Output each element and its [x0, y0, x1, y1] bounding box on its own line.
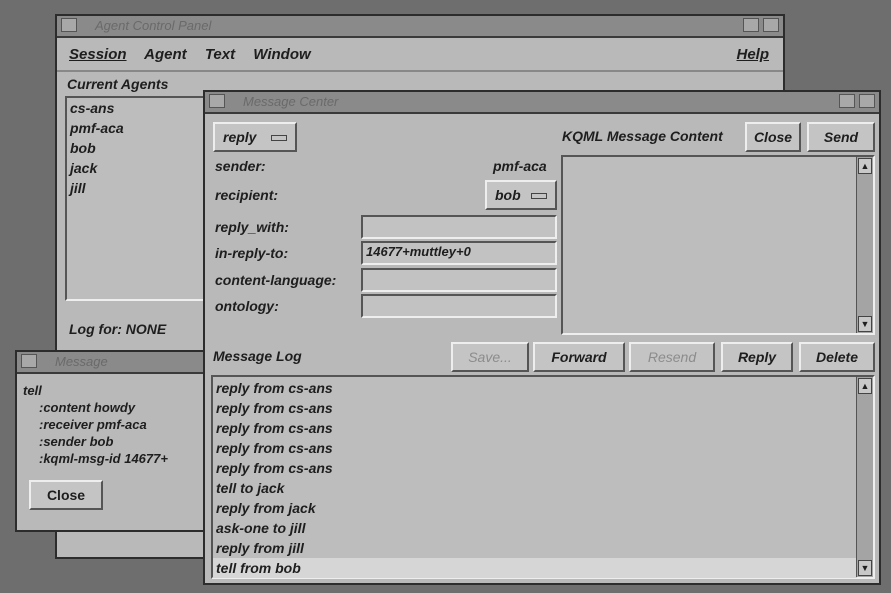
agent-item[interactable]: cs-ans: [67, 98, 213, 118]
window-menu-icon[interactable]: [21, 354, 37, 368]
menu-text[interactable]: Text: [205, 46, 235, 63]
content-language-field[interactable]: [361, 268, 557, 292]
ontology-field[interactable]: [361, 294, 557, 318]
log-entry[interactable]: reply from cs-ans: [213, 378, 873, 398]
current-agents-label: Current Agents: [67, 76, 169, 92]
option-indicator-icon: [531, 193, 547, 199]
recipient-value: bob: [495, 187, 521, 203]
performative-value: reply: [223, 129, 257, 145]
log-entry[interactable]: reply from cs-ans: [213, 418, 873, 438]
agent-panel-titlebar[interactable]: Agent Control Panel: [57, 16, 783, 38]
in-reply-to-field[interactable]: 14677+muttley+0: [361, 241, 557, 265]
log-for-label: Log for: NONE: [69, 321, 167, 337]
save-button[interactable]: Save...: [451, 342, 529, 372]
log-entry[interactable]: reply from cs-ans: [213, 458, 873, 478]
message-text: tell :content howdy :receiver pmf-aca :s…: [23, 382, 168, 467]
message-line: :receiver pmf-aca: [39, 417, 147, 432]
agent-item[interactable]: bob: [67, 138, 213, 158]
agent-panel-menubar: Session Agent Text Window: [69, 46, 325, 63]
window-menu-icon[interactable]: [61, 18, 77, 32]
message-line: :kqml-msg-id 14677+: [39, 451, 168, 466]
log-scrollbar[interactable]: ▲ ▼: [856, 377, 873, 577]
option-indicator-icon: [271, 135, 287, 141]
message-window: Message tell :content howdy :receiver pm…: [15, 350, 230, 532]
message-center-title: Message Center: [243, 94, 339, 109]
agent-panel-title: Agent Control Panel: [95, 18, 212, 33]
performative-option-menu[interactable]: reply: [213, 122, 297, 152]
log-entry-selected[interactable]: tell from bob: [213, 558, 857, 578]
message-center-window: Message Center reply KQML Message Conten…: [203, 90, 881, 585]
menu-session[interactable]: Session: [69, 46, 127, 63]
menu-agent[interactable]: Agent: [144, 46, 187, 63]
menu-window[interactable]: Window: [253, 46, 310, 63]
delete-button[interactable]: Delete: [799, 342, 875, 372]
minimize-icon[interactable]: [743, 18, 759, 32]
kqml-content-textarea[interactable]: ▲ ▼: [561, 155, 875, 335]
ontology-label: ontology:: [215, 298, 279, 314]
log-entry[interactable]: reply from jack: [213, 498, 873, 518]
current-agents-list[interactable]: cs-ans pmf-aca bob jack jill: [65, 96, 215, 301]
reply-with-field[interactable]: [361, 215, 557, 239]
message-line: :sender bob: [39, 434, 114, 449]
reply-button[interactable]: Reply: [721, 342, 793, 372]
message-line: :content howdy: [39, 400, 136, 415]
window-menu-icon[interactable]: [209, 94, 225, 108]
content-scrollbar[interactable]: ▲ ▼: [856, 157, 873, 333]
message-center-titlebar[interactable]: Message Center: [205, 92, 879, 114]
resend-button[interactable]: Resend: [629, 342, 715, 372]
close-button[interactable]: Close: [745, 122, 801, 152]
menu-help[interactable]: Help: [736, 46, 769, 63]
kqml-content-label: KQML Message Content: [562, 128, 723, 144]
log-entry[interactable]: tell to jack: [213, 478, 873, 498]
recipient-option-menu[interactable]: bob: [485, 180, 557, 210]
message-log-label: Message Log: [213, 348, 302, 364]
log-entry[interactable]: ask-one to jill: [213, 518, 873, 538]
in-reply-to-label: in-reply-to:: [215, 245, 289, 261]
maximize-icon[interactable]: [763, 18, 779, 32]
scroll-up-icon[interactable]: ▲: [858, 158, 872, 174]
forward-button[interactable]: Forward: [533, 342, 625, 372]
log-entry[interactable]: reply from cs-ans: [213, 438, 873, 458]
menubar-divider: [57, 70, 783, 72]
message-log-list[interactable]: reply from cs-ans reply from cs-ans repl…: [211, 375, 875, 579]
sender-value: pmf-aca: [493, 158, 547, 174]
log-entry[interactable]: reply from cs-ans: [213, 398, 873, 418]
message-window-titlebar[interactable]: Message: [17, 352, 228, 374]
scroll-down-icon[interactable]: ▼: [858, 316, 872, 332]
send-button[interactable]: Send: [807, 122, 875, 152]
agent-item[interactable]: pmf-aca: [67, 118, 213, 138]
message-close-button[interactable]: Close: [29, 480, 103, 510]
reply-with-label: reply_with:: [215, 219, 289, 235]
scroll-up-icon[interactable]: ▲: [858, 378, 872, 394]
message-window-title: Message: [55, 354, 108, 369]
minimize-icon[interactable]: [839, 94, 855, 108]
sender-label: sender:: [215, 158, 266, 174]
recipient-label: recipient:: [215, 187, 279, 203]
message-line: tell: [23, 383, 42, 398]
content-language-label: content-language:: [215, 272, 337, 288]
agent-item[interactable]: jill: [67, 178, 213, 198]
agent-item[interactable]: jack: [67, 158, 213, 178]
maximize-icon[interactable]: [859, 94, 875, 108]
log-entry[interactable]: reply from jill: [213, 538, 873, 558]
scroll-down-icon[interactable]: ▼: [858, 560, 872, 576]
